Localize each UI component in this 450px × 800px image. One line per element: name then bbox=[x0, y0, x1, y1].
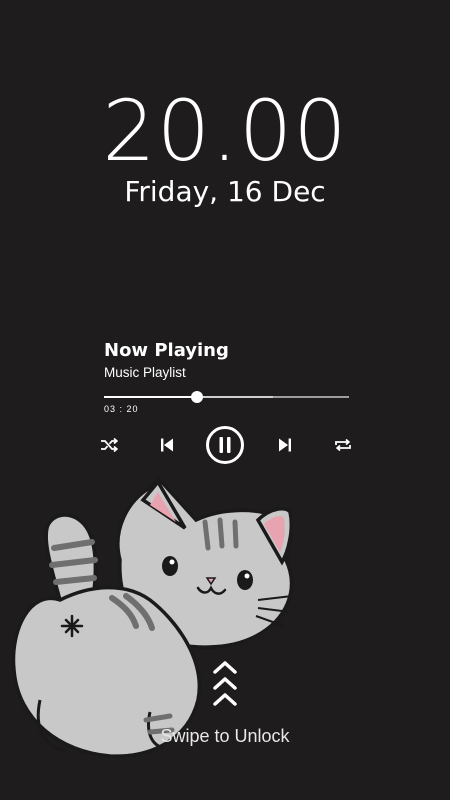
previous-button[interactable] bbox=[154, 422, 180, 468]
shuffle-icon bbox=[101, 437, 118, 453]
repeat-icon bbox=[335, 438, 351, 452]
pause-icon bbox=[206, 426, 244, 464]
swipe-to-unlock-label[interactable]: Swipe to Unlock bbox=[0, 726, 450, 747]
next-icon bbox=[279, 438, 291, 452]
clock-date: Friday, 16 Dec bbox=[124, 175, 326, 208]
cat-right-eye bbox=[237, 570, 253, 590]
progress-thumb[interactable] bbox=[191, 391, 204, 403]
shuffle-button[interactable] bbox=[96, 422, 122, 468]
pause-button[interactable] bbox=[204, 422, 246, 468]
playback-controls bbox=[96, 422, 358, 468]
clock-time: 20.00 bbox=[102, 82, 348, 180]
progress-fill bbox=[104, 396, 198, 398]
playlist-name: Music Playlist bbox=[104, 365, 186, 380]
cat-wallpaper-illustration bbox=[11, 475, 294, 758]
next-button[interactable] bbox=[272, 422, 298, 468]
previous-icon bbox=[161, 438, 173, 452]
repeat-button[interactable] bbox=[330, 422, 356, 468]
progress-slider[interactable] bbox=[104, 390, 349, 404]
swipe-up-chevrons-icon bbox=[213, 661, 237, 706]
music-widget: Now Playing Music Playlist 03 : 20 bbox=[104, 340, 349, 414]
cat-left-eye bbox=[162, 556, 178, 576]
now-playing-title: Now Playing bbox=[104, 340, 229, 361]
elapsed-time: 03 : 20 bbox=[104, 404, 139, 414]
